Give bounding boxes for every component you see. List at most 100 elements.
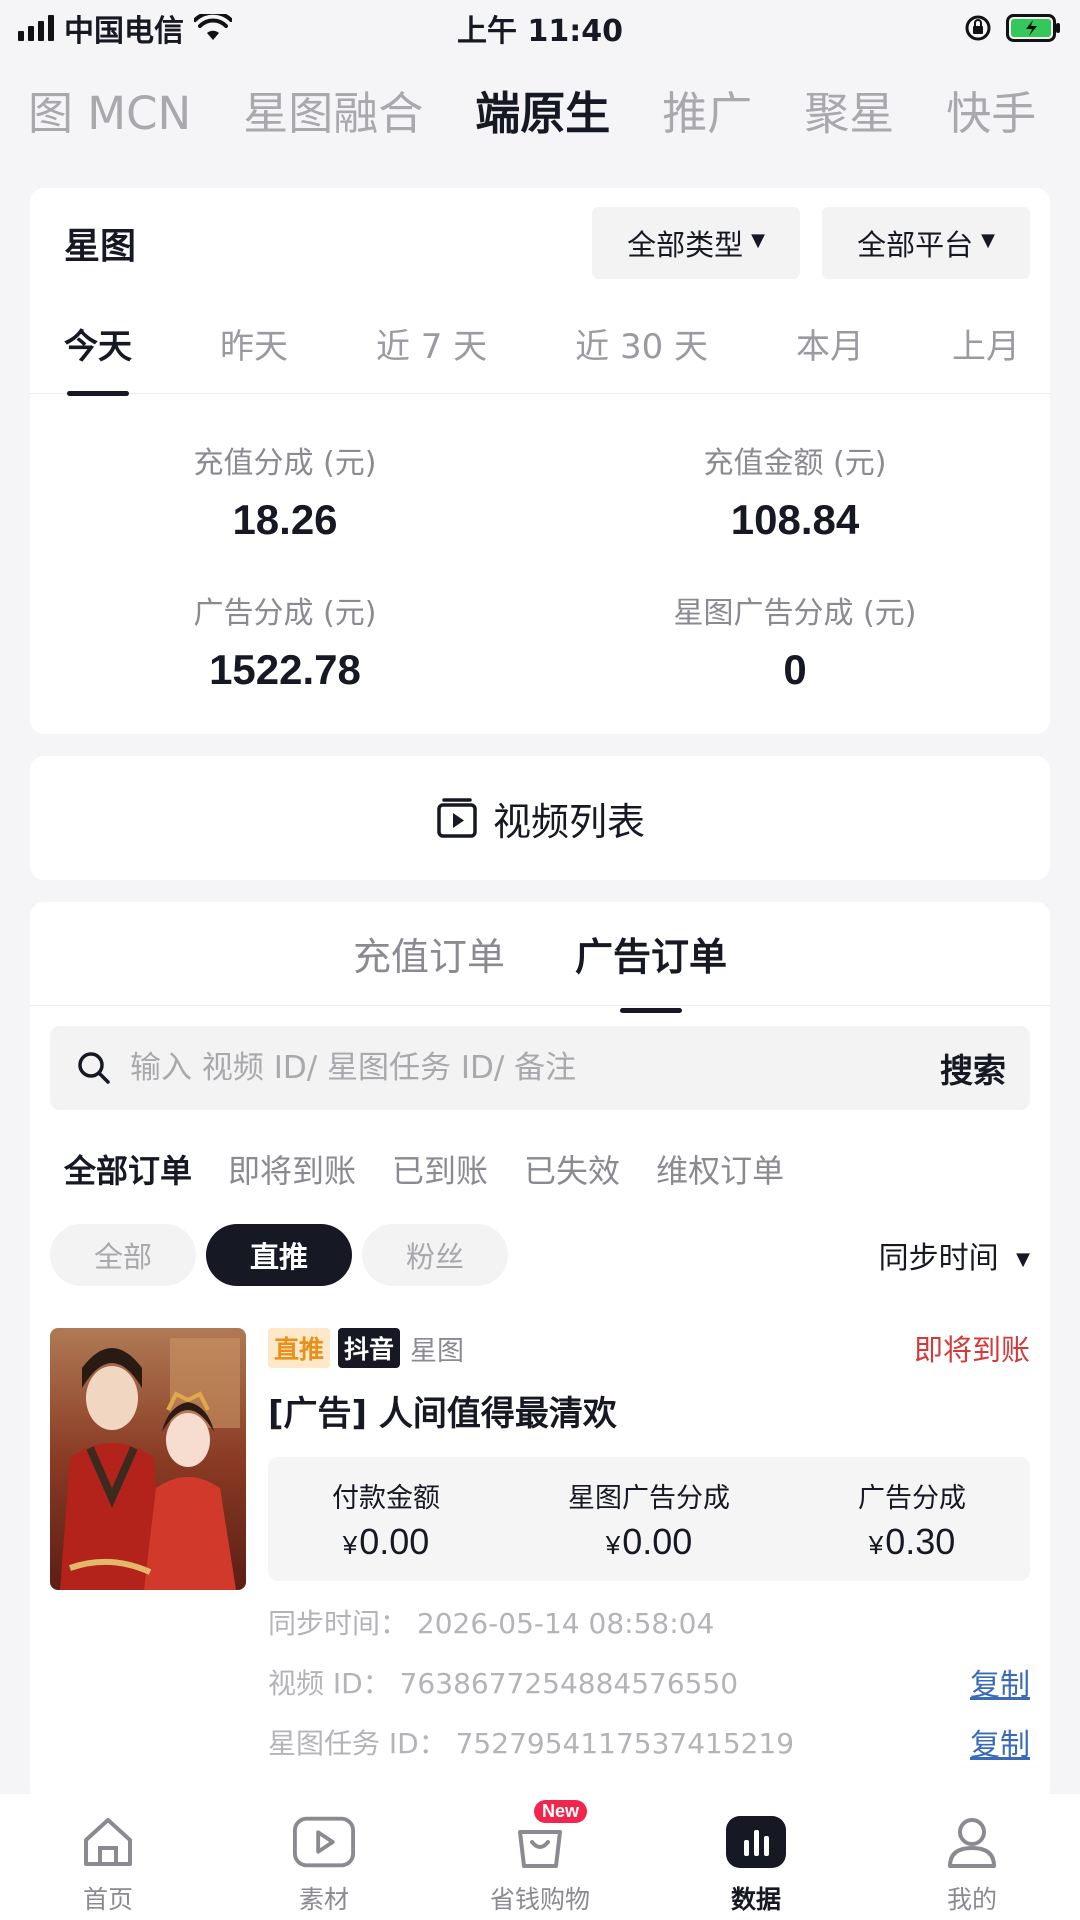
tab-ad-orders[interactable]: 广告订单 [575,926,727,981]
chip-all[interactable]: 全部 [50,1224,196,1286]
sort-dropdown[interactable]: 同步时间 ▼ [879,1233,1030,1277]
nav-home[interactable]: 首页 [33,1810,183,1916]
search-button[interactable]: 搜索 [940,1044,1006,1092]
sync-time: 同步时间： 2026-05-14 08:58:04 [268,1607,715,1640]
video-id-row: 视频 ID： 7638677254884576550 复制 [268,1660,1030,1704]
amount-number: 0.00 [359,1520,430,1562]
wifi-icon [194,14,232,40]
status-left: 中国电信 [18,6,232,50]
filter-group: 全部类型 ▼ 全部平台 ▼ [592,207,1030,279]
status-tab-received[interactable]: 已到账 [392,1146,488,1192]
date-tab-30-days[interactable]: 近 30 天 [575,319,708,372]
currency-symbol: ¥ [342,1529,358,1560]
tab-recharge-orders[interactable]: 充值订单 [353,926,505,981]
top-tab-mcn[interactable]: 图 MCN [0,78,217,140]
status-tab-expired[interactable]: 已失效 [524,1146,620,1192]
search-bar: 搜索 [50,1026,1030,1110]
task-id-row: 星图任务 ID： 7527954117537415219 复制 [268,1720,1030,1764]
battery-icon [1006,14,1060,42]
stat-value: 0 [783,646,807,693]
stat-value: 1522.78 [209,646,361,693]
video-list-label: 视频列表 [492,799,645,844]
top-tab-native[interactable]: 端原生 [449,78,636,140]
status-bar: 中国电信 上午 11:40 [0,0,1080,56]
top-tab-promotion[interactable]: 推广 [636,78,778,140]
stat-recharge-amount: 充值金额 (元) 108.84 [540,438,1050,588]
date-tab-last-month[interactable]: 上月 [952,319,1020,372]
tag-direct: 直推 [268,1328,331,1368]
type-filter-dropdown[interactable]: 全部类型 ▼ [592,207,800,279]
order-tag-row: 直推 抖音 星图 即将到账 [268,1328,1030,1368]
nav-label: 首页 [82,1885,133,1914]
status-tab-dispute[interactable]: 维权订单 [656,1146,784,1192]
search-input[interactable] [130,1050,940,1086]
user-icon [940,1810,1004,1874]
amount-number: 0.30 [885,1520,956,1562]
stat-label: 广告分成 (元) [193,596,377,631]
top-tab-kuaishou[interactable]: 快手 [920,78,1062,140]
amount-value: ¥0.00 [332,1521,440,1563]
order-body: 直推 抖音 星图 即将到账 [广告] 人间值得最清欢 付款金额 ¥0.00 星图… [268,1328,1030,1764]
date-tab-7-days[interactable]: 近 7 天 [376,319,487,372]
play-icon [292,1810,356,1874]
video-list-icon [437,798,477,838]
nav-label: 素材 [298,1885,349,1914]
stat-xingtu-ad-share: 星图广告分成 (元) 0 [540,588,1050,738]
date-tab-today[interactable]: 今天 [64,319,132,372]
carrier-label: 中国电信 [64,14,184,49]
type-filter-label: 全部类型 [627,228,744,262]
tag-source: 星图 [410,1335,465,1367]
drama-thumbnail-image [50,1328,246,1590]
stat-value: 18.26 [232,496,338,543]
nav-shopping[interactable]: New 省钱购物 [465,1800,615,1916]
chip-row: 全部 直推 粉丝 同步时间 ▼ [30,1224,1050,1286]
new-badge: New [534,1800,588,1823]
date-tab-yesterday[interactable]: 昨天 [220,319,288,372]
nav-data[interactable]: 数据 [681,1810,831,1916]
status-right [964,14,1062,42]
date-tab-this-month[interactable]: 本月 [796,319,864,372]
nav-profile[interactable]: 我的 [897,1810,1047,1916]
amount-value: ¥0.30 [858,1521,966,1563]
orders-card: 充值订单 广告订单 搜索 全部订单 即将到账 已到账 已失效 维权订单 全部 直… [30,902,1050,1802]
chip-direct[interactable]: 直推 [206,1224,352,1286]
bottom-nav: 首页 素材 New 省钱购物 数据 我的 [0,1794,1080,1920]
home-icon [76,1810,140,1874]
currency-symbol: ¥ [605,1529,621,1560]
currency-symbol: ¥ [868,1529,884,1560]
task-id: 星图任务 ID： 7527954117537415219 [268,1727,795,1760]
caret-down-icon: ▼ [981,229,995,251]
amount-label: 广告分成 [858,1482,966,1514]
drama-thumbnail[interactable] [50,1328,246,1590]
amount-number: 0.00 [622,1520,693,1562]
order-status-badge: 即将到账 [913,1333,1030,1367]
sync-time-row: 同步时间： 2026-05-14 08:58:04 [268,1603,1030,1641]
copy-video-id-button[interactable]: 复制 [970,1660,1030,1704]
status-tab-pending[interactable]: 即将到账 [228,1146,356,1192]
top-tab-juxing[interactable]: 聚星 [778,78,920,140]
nav-label: 省钱购物 [489,1885,590,1914]
video-id: 视频 ID： 7638677254884576550 [268,1667,739,1700]
stats-card: 星图 全部类型 ▼ 全部平台 ▼ 今天 昨天 近 7 天 近 30 天 本月 上… [30,188,1050,734]
stat-recharge-share: 充值分成 (元) 18.26 [30,438,540,588]
top-tab-bar: 图 MCN 星图融合 端原生 推广 聚星 快手 [0,78,1080,140]
order-type-tabs: 充值订单 广告订单 [30,902,1050,1006]
order-title: [广告] 人间值得最清欢 [268,1394,617,1434]
chip-fans[interactable]: 粉丝 [362,1224,508,1286]
order-status-tabs: 全部订单 即将到账 已到账 已失效 维权订单 [30,1144,1050,1194]
status-tab-all[interactable]: 全部订单 [64,1146,192,1192]
nav-materials[interactable]: 素材 [249,1810,399,1916]
order-item[interactable]: 直推 抖音 星图 即将到账 [广告] 人间值得最清欢 付款金额 ¥0.00 星图… [30,1328,1050,1788]
date-range-tabs: 今天 昨天 近 7 天 近 30 天 本月 上月 [30,298,1050,394]
top-tab-xingtu-fusion[interactable]: 星图融合 [217,78,449,140]
video-list-button[interactable]: 视频列表 [30,756,1050,880]
sort-label: 同步时间 [878,1241,999,1276]
amount-box: 付款金额 ¥0.00 星图广告分成 ¥0.00 广告分成 ¥0.30 [268,1457,1030,1581]
stats-card-title: 星图 [64,226,137,267]
copy-task-id-button[interactable]: 复制 [970,1720,1030,1764]
amount-label: 星图广告分成 [568,1482,730,1514]
stat-label: 充值金额 (元) [703,446,887,481]
platform-filter-dropdown[interactable]: 全部平台 ▼ [822,207,1030,279]
stat-label: 星图广告分成 (元) [673,596,917,631]
amount-value: ¥0.00 [568,1521,730,1563]
